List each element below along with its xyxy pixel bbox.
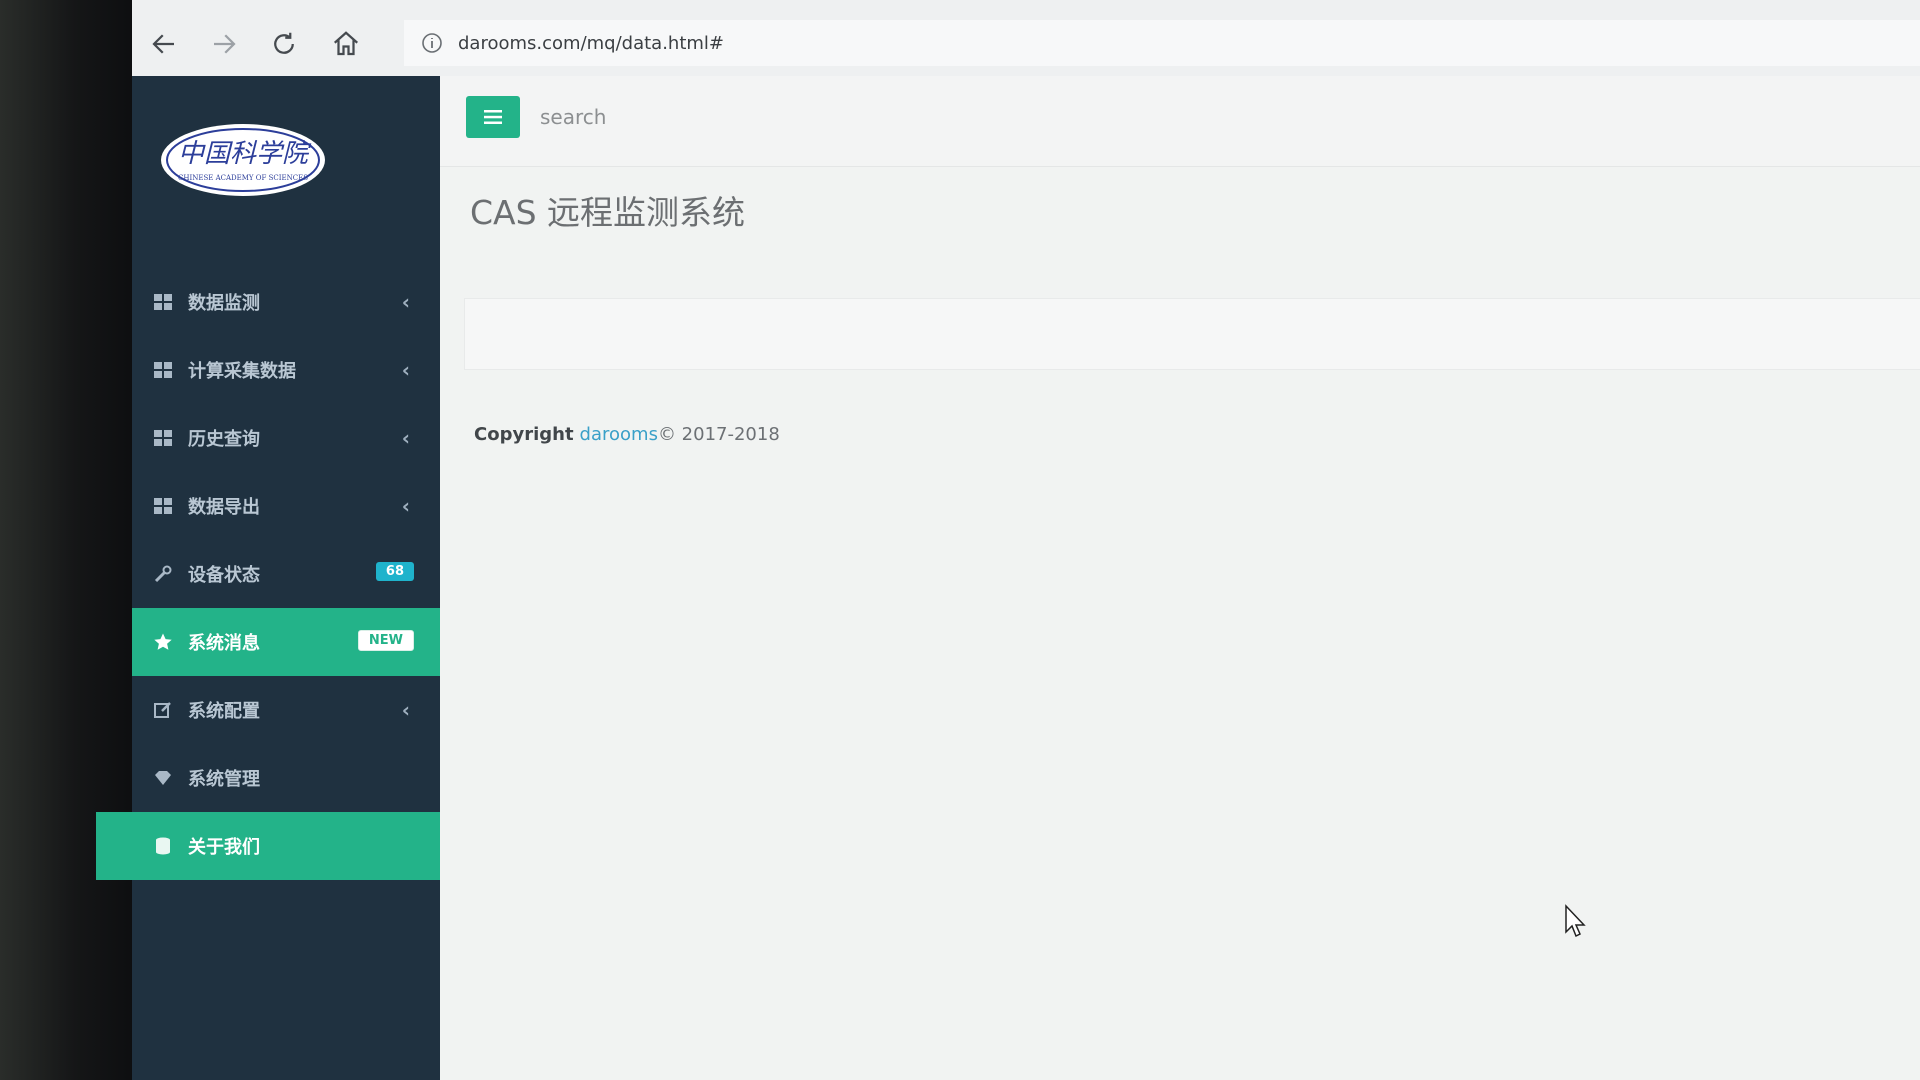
url-text[interactable]: darooms.com/mq/data.html# bbox=[458, 33, 724, 54]
chevron-left-icon: ‹ bbox=[401, 698, 410, 722]
sidebar-item-label: 计算采集数据 bbox=[188, 361, 296, 382]
monitor-bezel bbox=[0, 0, 136, 1080]
sidebar-item-label: 数据导出 bbox=[188, 497, 260, 518]
forward-button[interactable] bbox=[202, 24, 246, 64]
hamburger-icon bbox=[484, 110, 502, 124]
database-icon bbox=[152, 835, 174, 857]
grid-icon bbox=[152, 427, 174, 449]
svg-text:中国科学院: 中国科学院 bbox=[178, 139, 312, 169]
copyright-years: © 2017-2018 bbox=[657, 424, 780, 445]
content-panel bbox=[464, 298, 1920, 370]
edit-icon bbox=[152, 699, 174, 721]
sidebar-item-collect-data[interactable]: 计算采集数据 ‹ bbox=[132, 336, 440, 404]
sidebar-item-history[interactable]: 历史查询 ‹ bbox=[132, 404, 440, 472]
page-title: CAS 远程监测系统 bbox=[470, 193, 746, 232]
back-arrow-icon bbox=[152, 34, 174, 54]
home-icon bbox=[334, 31, 358, 56]
sidebar-item-data-monitor[interactable]: 数据监测 ‹ bbox=[132, 268, 440, 336]
chevron-left-icon: ‹ bbox=[401, 290, 410, 314]
info-icon[interactable] bbox=[420, 31, 444, 55]
wrench-icon bbox=[152, 563, 174, 585]
chevron-left-icon: ‹ bbox=[401, 494, 410, 518]
sidebar-item-label: 系统配置 bbox=[188, 701, 260, 722]
sidebar-item-system-admin[interactable]: 系统管理 bbox=[132, 744, 440, 812]
device-count-badge: 68 bbox=[375, 562, 414, 581]
main-content: CAS 远程监测系统 Copyright darooms© 2017-2018 bbox=[440, 76, 1920, 1080]
svg-text:CHINESE ACADEMY OF SCIENCES: CHINESE ACADEMY OF SCIENCES bbox=[178, 174, 308, 182]
copyright-label: Copyright bbox=[474, 424, 574, 445]
sidebar-item-label: 系统消息 bbox=[188, 633, 260, 654]
menu-toggle-button[interactable] bbox=[466, 96, 520, 138]
sidebar-item-label: 历史查询 bbox=[188, 429, 260, 450]
sidebar-item-label: 关于我们 bbox=[188, 837, 260, 858]
sidebar-item-system-messages[interactable]: 系统消息 NEW bbox=[132, 608, 440, 676]
chevron-left-icon: ‹ bbox=[401, 358, 410, 382]
address-bar[interactable]: darooms.com/mq/data.html# bbox=[404, 20, 1920, 66]
grid-icon bbox=[152, 495, 174, 517]
search-input[interactable] bbox=[530, 96, 970, 138]
cas-logo-image: 中国科学院 CHINESE ACADEMY OF SCIENCES bbox=[161, 124, 325, 196]
sidebar: 中国科学院 CHINESE ACADEMY OF SCIENCES 数据监测 ‹… bbox=[96, 76, 440, 1080]
cas-logo[interactable]: 中国科学院 CHINESE ACADEMY OF SCIENCES bbox=[158, 120, 328, 200]
grid-icon bbox=[152, 359, 174, 381]
top-navbar bbox=[440, 76, 1920, 167]
footer: Copyright darooms© 2017-2018 bbox=[474, 424, 780, 445]
sidebar-item-label: 系统管理 bbox=[188, 769, 260, 790]
forward-arrow-icon bbox=[214, 34, 236, 54]
sidebar-item-export[interactable]: 数据导出 ‹ bbox=[132, 472, 440, 540]
brand-link[interactable]: darooms bbox=[580, 424, 658, 445]
sidebar-item-label: 数据监测 bbox=[188, 293, 260, 314]
sidebar-item-device-status[interactable]: 设备状态 68 bbox=[132, 540, 440, 608]
sidebar-item-system-config[interactable]: 系统配置 ‹ bbox=[132, 676, 440, 744]
back-button[interactable] bbox=[142, 24, 186, 64]
home-button[interactable] bbox=[324, 24, 368, 64]
diamond-icon bbox=[152, 767, 174, 789]
chevron-left-icon: ‹ bbox=[401, 426, 410, 450]
new-badge: NEW bbox=[357, 630, 414, 651]
sidebar-item-about-us[interactable]: 关于我们 bbox=[96, 812, 440, 880]
sidebar-menu: 数据监测 ‹ 计算采集数据 ‹ 历史查询 ‹ 数据导出 ‹ 设备状态 68 系统… bbox=[96, 268, 440, 880]
grid-icon bbox=[152, 291, 174, 313]
mouse-cursor-icon bbox=[1565, 904, 1586, 938]
reload-button[interactable] bbox=[262, 24, 306, 64]
sidebar-item-label: 设备状态 bbox=[188, 565, 260, 586]
reload-icon bbox=[274, 32, 294, 54]
browser-toolbar: darooms.com/mq/data.html# bbox=[132, 0, 1920, 77]
star-icon bbox=[152, 631, 174, 653]
